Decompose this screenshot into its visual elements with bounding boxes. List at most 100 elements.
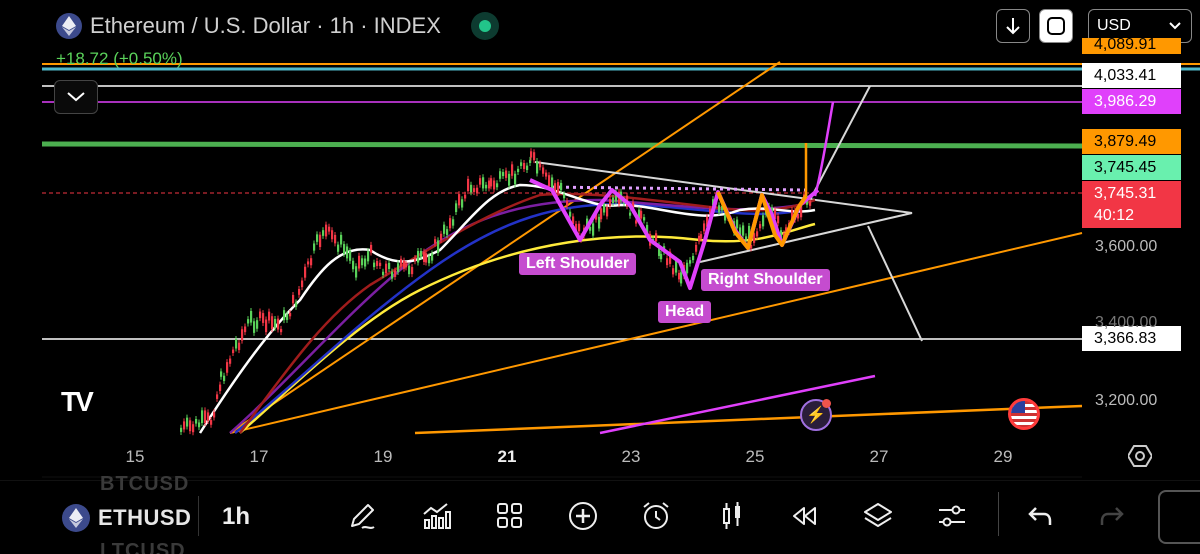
- candle: [405, 263, 408, 268]
- candle: [425, 253, 428, 263]
- download-button[interactable]: [996, 9, 1030, 43]
- redo-icon[interactable]: [1096, 500, 1128, 532]
- alert-clock-icon[interactable]: [640, 500, 672, 532]
- candle: [666, 258, 669, 266]
- candle: [777, 216, 780, 224]
- candle: [600, 208, 603, 220]
- candle: [470, 184, 473, 193]
- divider: [998, 492, 999, 536]
- candle: [485, 184, 488, 189]
- price-label-text: 3,879.49: [1094, 132, 1157, 150]
- ethereum-logo-icon: [56, 13, 82, 39]
- right-shoulder-label: Right Shoulder: [701, 269, 830, 291]
- candle: [220, 371, 223, 377]
- compare-button[interactable]: [1039, 9, 1073, 43]
- candle: [310, 258, 313, 266]
- settings-sliders-icon[interactable]: [936, 500, 968, 532]
- arrow-down-icon: [1006, 18, 1020, 35]
- candle: [499, 171, 502, 179]
- axis-price-label: 3,200.00: [1095, 392, 1158, 409]
- candle: [411, 267, 414, 275]
- candle: [680, 272, 683, 284]
- candle: [530, 151, 533, 158]
- candle: [244, 326, 247, 333]
- symbol-title[interactable]: Ethereum / U.S. Dollar · 1h · INDEX: [56, 12, 499, 40]
- candle: [213, 412, 216, 418]
- candle: [229, 358, 232, 364]
- candle: [700, 234, 703, 239]
- candle: [238, 342, 241, 351]
- price-label: 4,033.41: [1082, 63, 1181, 88]
- interval-selector[interactable]: 1h: [222, 503, 250, 531]
- chart-settings-icon[interactable]: [1128, 444, 1152, 468]
- candle: [689, 260, 692, 264]
- symbol-list-item[interactable]: LTCUSD: [100, 540, 186, 554]
- collapse-legend-button[interactable]: [54, 80, 98, 114]
- candle: [446, 229, 449, 235]
- candle: [678, 272, 681, 280]
- candle: [526, 165, 529, 171]
- candle: [736, 219, 739, 229]
- candle: [180, 427, 183, 432]
- candle: [449, 218, 452, 229]
- candle: [388, 262, 391, 269]
- candle: [265, 319, 268, 333]
- candle: [379, 262, 382, 266]
- candle: [578, 223, 581, 232]
- candle: [274, 318, 277, 328]
- candle: [223, 375, 226, 382]
- candle: [609, 199, 612, 206]
- candle: [598, 216, 601, 229]
- candle: [566, 200, 569, 207]
- candle: [563, 194, 566, 199]
- price-label-text: 3,366.83: [1094, 329, 1157, 347]
- drawing-pen-icon[interactable]: [346, 500, 378, 532]
- fullscreen-button[interactable]: [1158, 490, 1200, 544]
- candle: [219, 384, 222, 392]
- candle: [672, 268, 675, 275]
- candle: [420, 251, 423, 257]
- candle: [201, 410, 204, 424]
- indicators-icon[interactable]: [420, 500, 452, 532]
- candle: [364, 258, 367, 267]
- replay-icon[interactable]: [788, 500, 820, 532]
- candle: [536, 161, 539, 174]
- candle: [298, 289, 301, 295]
- candle: [809, 200, 812, 206]
- date-label: 25: [745, 447, 765, 466]
- candle: [192, 424, 195, 433]
- candle: [403, 260, 406, 269]
- candle: [241, 329, 244, 341]
- layers-icon[interactable]: [862, 500, 894, 532]
- market-status-icon[interactable]: [470, 12, 499, 40]
- price-label: 3,745.45: [1082, 155, 1181, 180]
- undo-icon[interactable]: [1024, 500, 1056, 532]
- candle: [226, 362, 229, 373]
- candle: [508, 173, 511, 186]
- date-label: 15: [125, 447, 145, 466]
- add-icon[interactable]: [567, 500, 599, 532]
- candle: [198, 422, 201, 428]
- candle: [428, 256, 431, 264]
- candle: [292, 294, 295, 304]
- us-flag-icon[interactable]: [1008, 398, 1040, 430]
- candle: [455, 203, 458, 213]
- candle: [186, 417, 189, 427]
- candle: [256, 320, 259, 329]
- candle: [325, 224, 328, 237]
- candle: [277, 318, 280, 330]
- candle: [467, 178, 470, 192]
- candle: [346, 246, 349, 259]
- candle: [523, 162, 526, 169]
- candle: [352, 260, 355, 270]
- candle: [502, 172, 505, 177]
- symbol-selector[interactable]: ETHUSD: [98, 505, 191, 531]
- candle: [488, 180, 491, 189]
- symbol-list-item[interactable]: BTCUSD: [100, 473, 189, 496]
- moving-averages: [198, 183, 816, 434]
- candles-icon[interactable]: [716, 500, 748, 532]
- candle: [437, 240, 440, 254]
- apps-grid-icon[interactable]: [494, 500, 526, 532]
- candle: [452, 219, 455, 226]
- candle: [461, 199, 464, 208]
